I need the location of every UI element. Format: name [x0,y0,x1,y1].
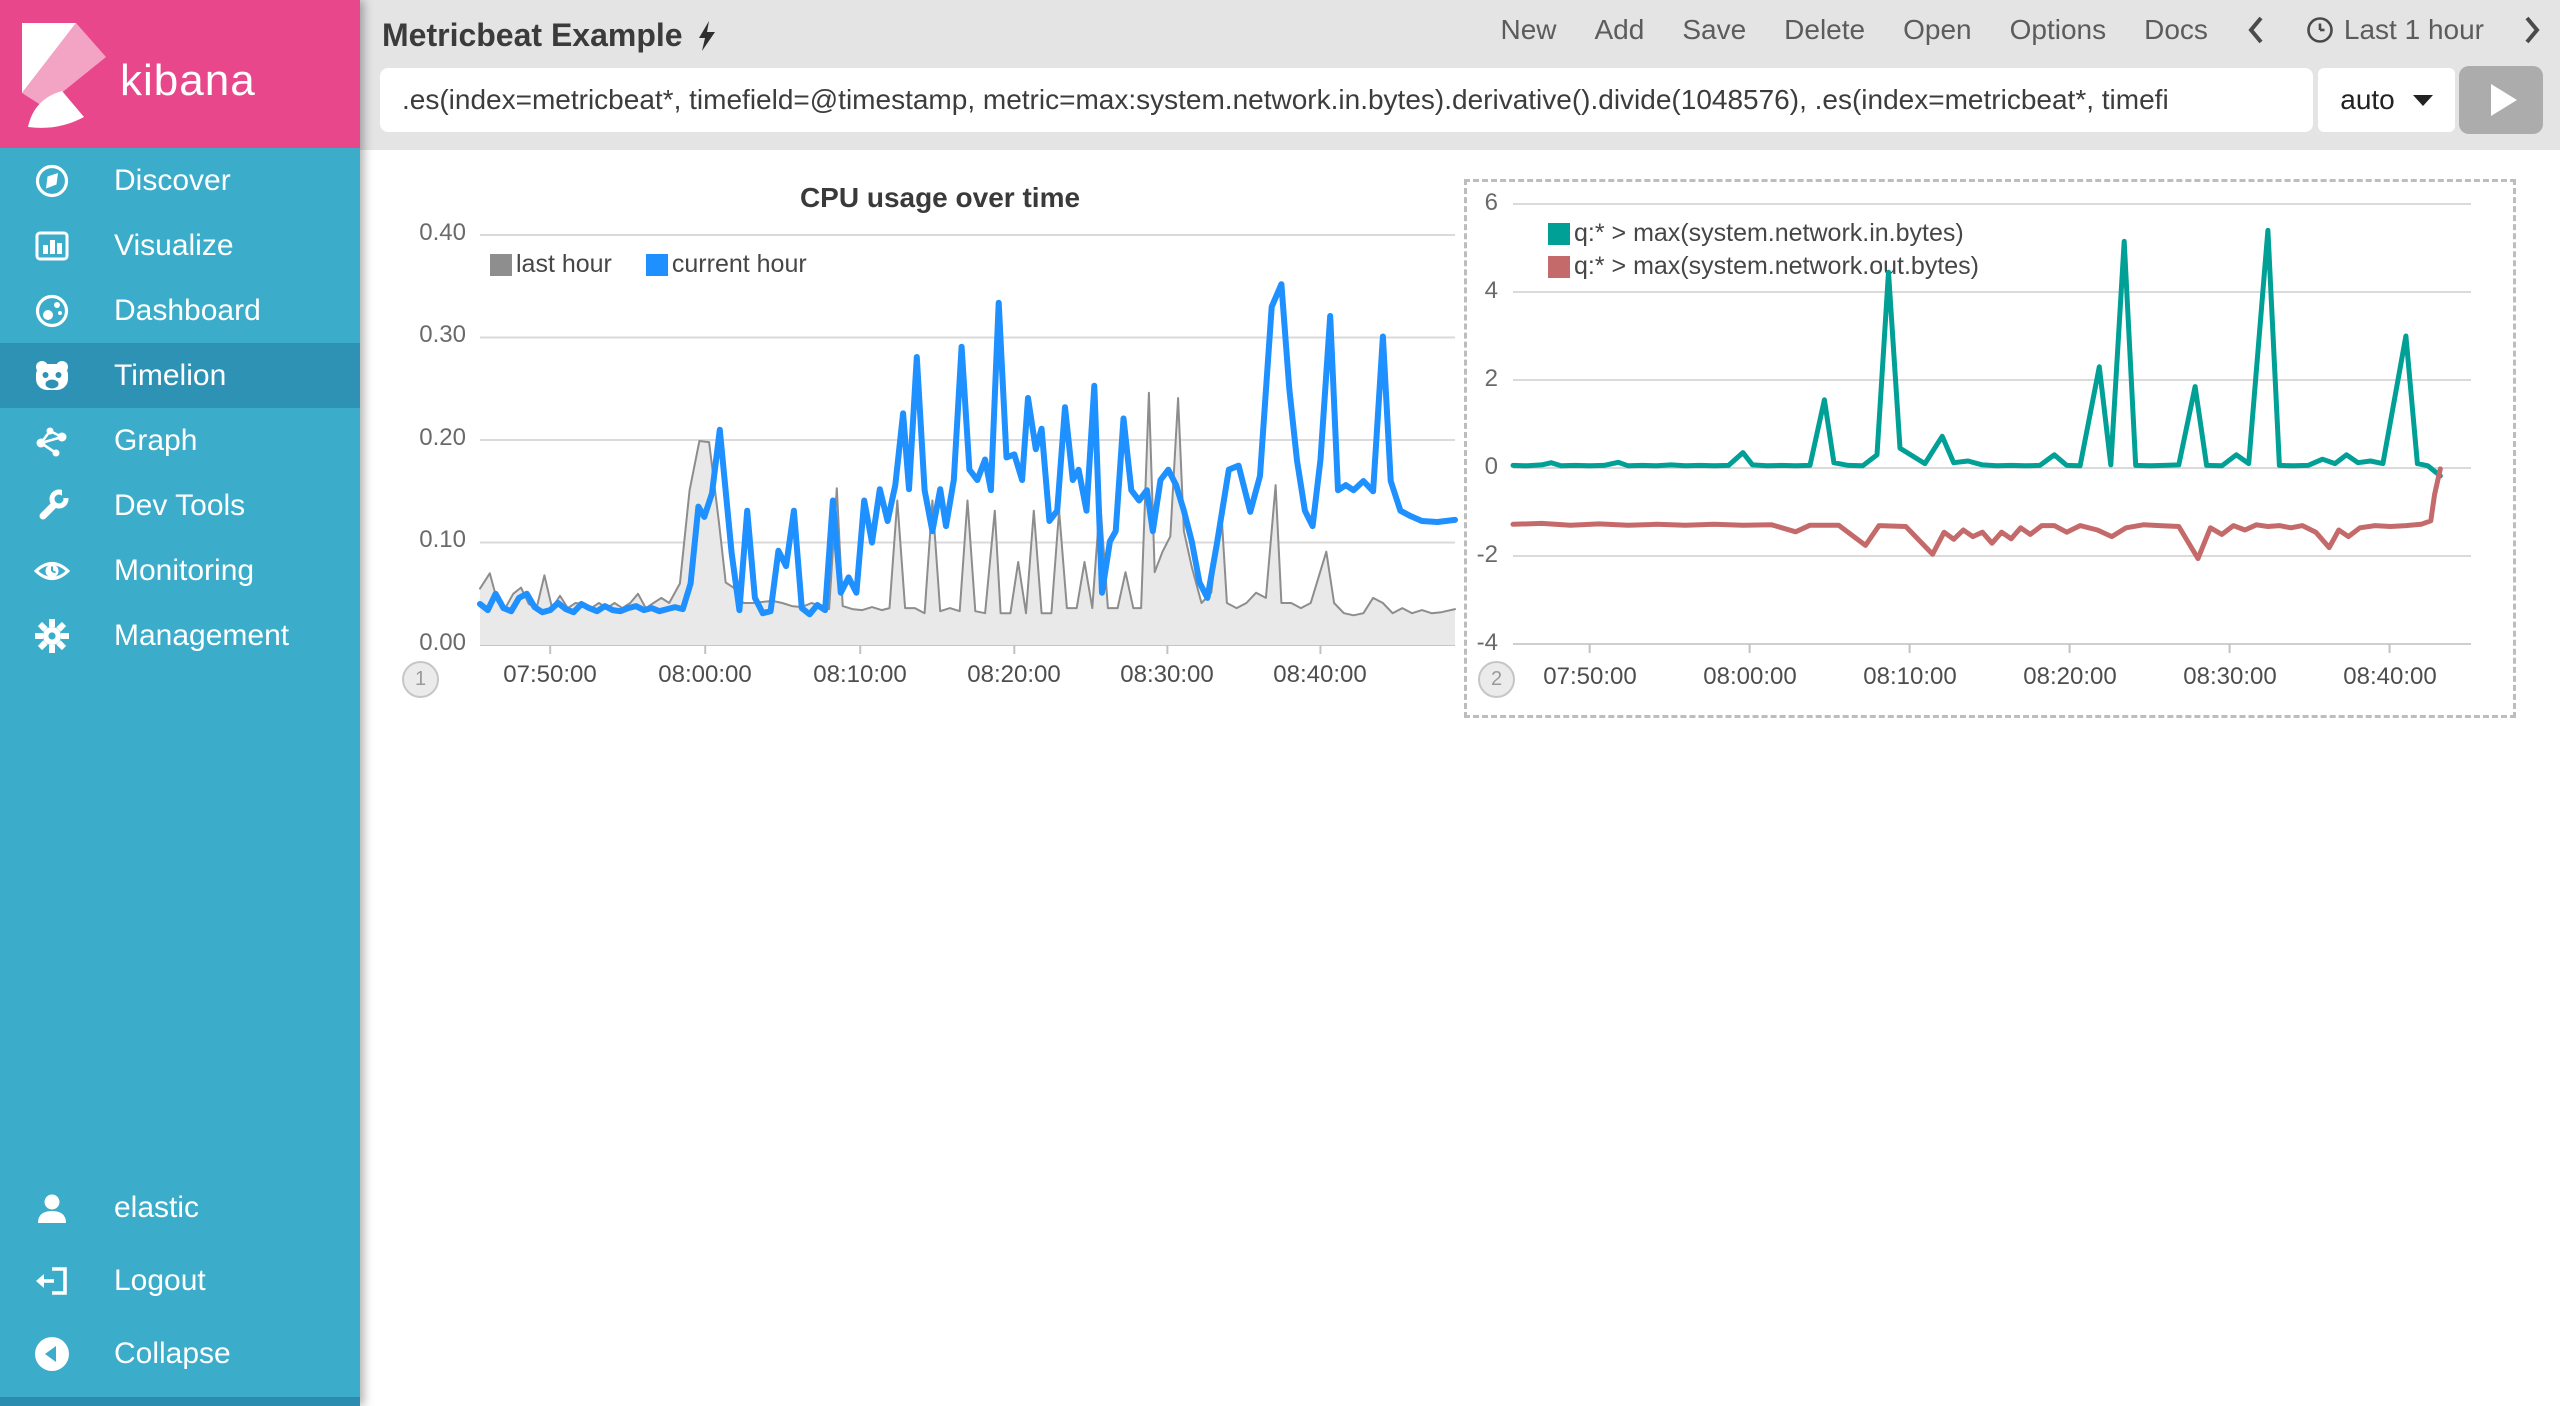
y-tick-label: 0.40 [419,219,466,246]
page-title: Metricbeat Example [382,17,717,54]
graph-network-icon [32,421,72,461]
y-tick-label: 0.10 [419,526,466,553]
y-tick-label: 6 [1484,189,1498,216]
sidebar-item-user-elastic[interactable]: elastic [0,1171,360,1244]
kibana-logo-icon [22,23,106,128]
x-tick-label: 08:10:00 [1863,663,1957,690]
y-tick-label: -2 [1476,541,1498,568]
sidebar-nav: Discover Visualize Dashboard Timelion Gr… [0,148,360,668]
collapse-circle-icon [32,1334,72,1374]
y-tick-label: 0.30 [419,321,466,348]
chart2-number-badge: 2 [1478,661,1515,698]
y-tick-label: -4 [1476,629,1498,656]
sidebar-item-label: elastic [114,1190,200,1224]
sidebar-item-logout[interactable]: Logout [0,1244,360,1317]
user-icon [32,1188,72,1228]
eye-icon [32,551,72,591]
timelion-bear-icon [32,356,72,396]
time-back-button[interactable] [2246,14,2268,46]
interval-select[interactable]: auto [2318,68,2455,132]
kibana-wordmark: kibana [120,56,256,105]
y-tick-label: 0 [1484,453,1498,480]
x-tick-label: 08:20:00 [2023,663,2117,690]
x-tick-label: 08:30:00 [2183,663,2277,690]
x-tick-label: 08:40:00 [1273,661,1367,688]
compass-icon [32,161,72,201]
sheet-title-text: Metricbeat Example [382,17,683,53]
sidebar-bottom-strip [0,1397,360,1406]
run-query-button[interactable] [2459,66,2543,134]
sidebar-item-collapse[interactable]: Collapse [0,1317,360,1390]
toolbar-menu: New Add Save Delete Open Options Docs La… [1500,14,2544,46]
chart1-number-badge: 1 [402,661,439,698]
interval-value: auto [2340,84,2395,115]
sidebar-item-monitoring[interactable]: Monitoring [0,538,360,603]
time-picker-button[interactable]: Last 1 hour [2306,14,2484,46]
y-tick-label: 4 [1484,277,1498,304]
sidebar-item-label: Dev Tools [114,488,246,522]
wrench-icon [32,486,72,526]
sidebar-item-timelion[interactable]: Timelion [0,343,360,408]
x-tick-label: 08:00:00 [1703,663,1797,690]
y-tick-label: 0.20 [419,424,466,451]
bar-chart-icon [32,226,72,266]
x-tick-label: 07:50:00 [1543,663,1637,690]
x-tick-label: 08:30:00 [1120,661,1214,688]
timelion-query-input[interactable] [380,68,2313,132]
sidebar-item-label: Dashboard [114,293,261,327]
time-forward-button[interactable] [2522,14,2544,46]
dashboard-gauge-icon [32,291,72,331]
sidebar: kibana Discover Visualize Dashboard Time… [0,0,360,1406]
x-tick-label: 08:20:00 [967,661,1061,688]
sidebar-item-management[interactable]: Management [0,603,360,668]
y-tick-label: 0.00 [419,629,466,656]
network-bytes-chart [1510,203,2471,653]
sidebar-item-dashboard[interactable]: Dashboard [0,278,360,343]
options-button[interactable]: Options [2010,14,2107,46]
x-tick-label: 08:00:00 [658,661,752,688]
kibana-timelion-app: { "sidebar": { "wordmark": "kibana", "it… [0,0,2560,1406]
gear-icon [32,616,72,656]
sidebar-item-label: Discover [114,163,231,197]
delete-button[interactable]: Delete [1784,14,1865,46]
chart1-title: CPU usage over time [799,182,1081,213]
docs-button[interactable]: Docs [2144,14,2208,46]
time-picker-label: Last 1 hour [2343,14,2484,45]
clock-icon [2307,17,2333,43]
sidebar-item-discover[interactable]: Discover [0,148,360,213]
kibana-logo[interactable]: kibana [0,0,360,148]
x-tick-label: 08:10:00 [813,661,907,688]
sidebar-item-visualize[interactable]: Visualize [0,213,360,278]
logout-icon [32,1261,72,1301]
sidebar-bottom: elastic Logout Collapse [0,1171,360,1390]
sidebar-item-label: Management [114,618,290,652]
sidebar-item-label: Collapse [114,1336,231,1370]
save-button[interactable]: Save [1682,14,1746,46]
play-icon [2491,84,2517,116]
x-tick-label: 07:50:00 [503,661,597,688]
open-button[interactable]: Open [1903,14,1972,46]
caret-down-icon [2412,94,2433,106]
sidebar-item-graph[interactable]: Graph [0,408,360,473]
sidebar-item-label: Logout [114,1263,206,1297]
sidebar-item-dev-tools[interactable]: Dev Tools [0,473,360,538]
sidebar-item-label: Monitoring [114,553,255,587]
sidebar-item-label: Visualize [114,228,234,262]
new-button[interactable]: New [1500,14,1556,46]
sidebar-item-label: Timelion [114,358,227,392]
x-tick-label: 08:40:00 [2343,663,2437,690]
sidebar-item-label: Graph [114,423,198,457]
y-tick-label: 2 [1484,365,1498,392]
lightning-bolt-icon [698,20,715,51]
add-button[interactable]: Add [1595,14,1645,46]
cpu-usage-chart [477,234,1458,654]
